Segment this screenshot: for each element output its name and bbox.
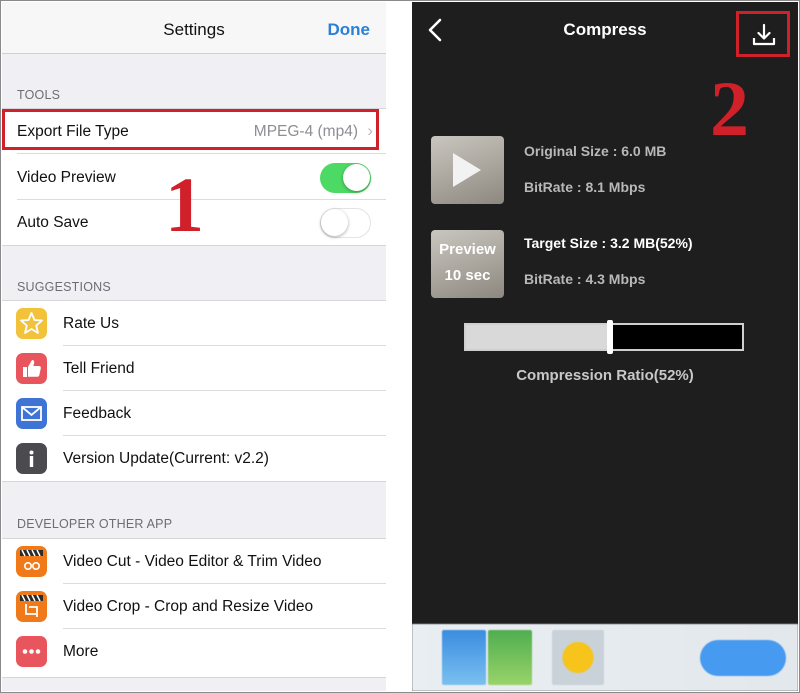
more-label: More [63,643,99,660]
export-highlight-box [2,109,379,150]
ad-image [488,630,532,685]
ad-banner[interactable] [412,624,798,691]
preview-label: Preview [439,241,496,258]
annotation-step-1: 1 [165,161,204,248]
thumbs-up-icon [16,353,47,384]
version-update-label: Version Update(Current: v2.2) [63,450,269,467]
auto-save-label: Auto Save [17,214,89,231]
feedback-row[interactable]: Feedback [2,391,386,436]
original-video-thumbnail[interactable] [431,136,504,204]
slider-fill [466,325,610,349]
download-button[interactable] [736,11,790,57]
more-icon [16,636,47,667]
video-cut-app-icon [16,546,47,577]
slider-thumb[interactable] [606,320,613,354]
preview-duration: 10 sec [444,267,491,284]
tools-section-header: TOOLS [17,88,61,102]
annotation-step-2: 2 [710,65,749,152]
ad-logo [552,630,604,685]
suggestions-section-header: SUGGESTIONS [17,280,111,294]
settings-screen: Settings Done TOOLS Export File Type MPE… [2,2,386,691]
ad-image [442,630,486,685]
compression-ratio-label: Compression Ratio(52%) [516,367,694,384]
preview-thumbnail-button[interactable]: Preview 10 sec [431,230,504,298]
auto-save-toggle[interactable] [320,208,371,238]
mail-icon [16,398,47,429]
rate-us-row[interactable]: Rate Us [2,301,386,346]
original-bitrate-text: BitRate : 8.1 Mbps [524,179,646,195]
play-icon [453,153,481,187]
original-size-text: Original Size : 6.0 MB [524,143,667,159]
feedback-label: Feedback [63,405,132,422]
developer-section-header: DEVELOPER OTHER APP [17,517,173,531]
version-update-row[interactable]: Version Update(Current: v2.2) [2,436,386,481]
compression-ratio-slider[interactable] [464,320,744,354]
compress-screen: Compress 2 Original Size : 6.0 MB BitRat… [412,2,798,691]
developer-apps-group: Video Cut - Video Editor & Trim Video Vi… [2,538,386,678]
target-size-text: Target Size : 3.2 MB(52%) [524,235,693,251]
video-preview-label: Video Preview [17,169,116,186]
tell-friend-label: Tell Friend [63,360,135,377]
ad-action-button[interactable] [700,640,786,676]
star-icon [16,308,47,339]
done-button[interactable]: Done [328,20,371,40]
video-preview-toggle[interactable] [320,163,371,193]
video-crop-app-icon [16,591,47,622]
download-icon [752,23,776,46]
rate-us-label: Rate Us [63,315,119,332]
video-crop-label: Video Crop - Crop and Resize Video [63,598,314,615]
info-icon [16,443,47,474]
more-row[interactable]: More [2,629,386,674]
tell-friend-row[interactable]: Tell Friend [2,346,386,391]
settings-navbar: Settings Done [2,2,386,54]
video-crop-row[interactable]: Video Crop - Crop and Resize Video [2,584,386,629]
video-cut-label: Video Cut - Video Editor & Trim Video [63,553,322,570]
suggestions-group: Rate Us Tell Friend Feedback Version Upd… [2,300,386,482]
video-cut-row[interactable]: Video Cut - Video Editor & Trim Video [2,539,386,584]
target-bitrate-text: BitRate : 4.3 Mbps [524,271,646,287]
